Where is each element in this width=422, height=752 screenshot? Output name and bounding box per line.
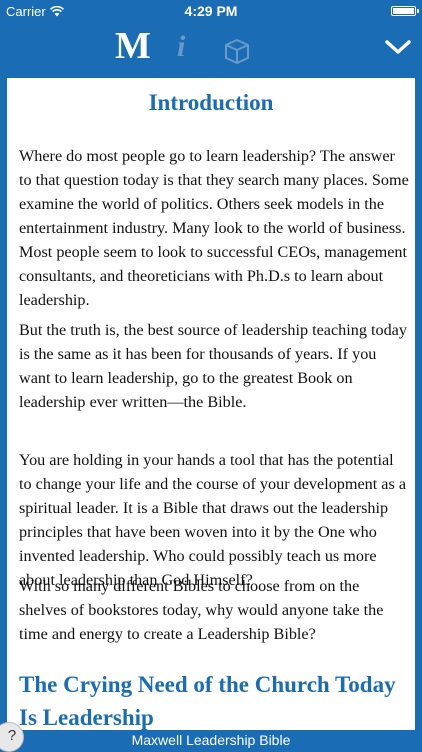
battery-icon (391, 6, 419, 16)
info-button[interactable]: i (177, 30, 185, 64)
maxwell-logo-button[interactable]: M (115, 24, 151, 68)
status-time: 4:29 PM (184, 3, 238, 19)
paragraph-1: Where do most people go to learn leaders… (19, 147, 409, 309)
status-bar: Carrier 4:29 PM (0, 0, 422, 22)
toolbar: M i (0, 22, 422, 78)
book-box-icon[interactable] (222, 36, 252, 66)
page-title: Introduction (148, 90, 274, 115)
paragraph-3: You are holding in your hands a tool tha… (19, 451, 407, 589)
battery-fill (393, 8, 414, 14)
paragraph-2: But the truth is, the best source of lea… (19, 321, 407, 411)
section-heading: The Crying Need of the Church Today Is L… (19, 672, 396, 730)
chevron-down-icon[interactable] (384, 36, 412, 58)
paragraph-4: With so many different Bibles to choose … (19, 577, 384, 643)
reading-pane[interactable]: Introduction Where do most people go to … (7, 78, 415, 730)
footer-title: Maxwell Leadership Bible (0, 730, 422, 750)
